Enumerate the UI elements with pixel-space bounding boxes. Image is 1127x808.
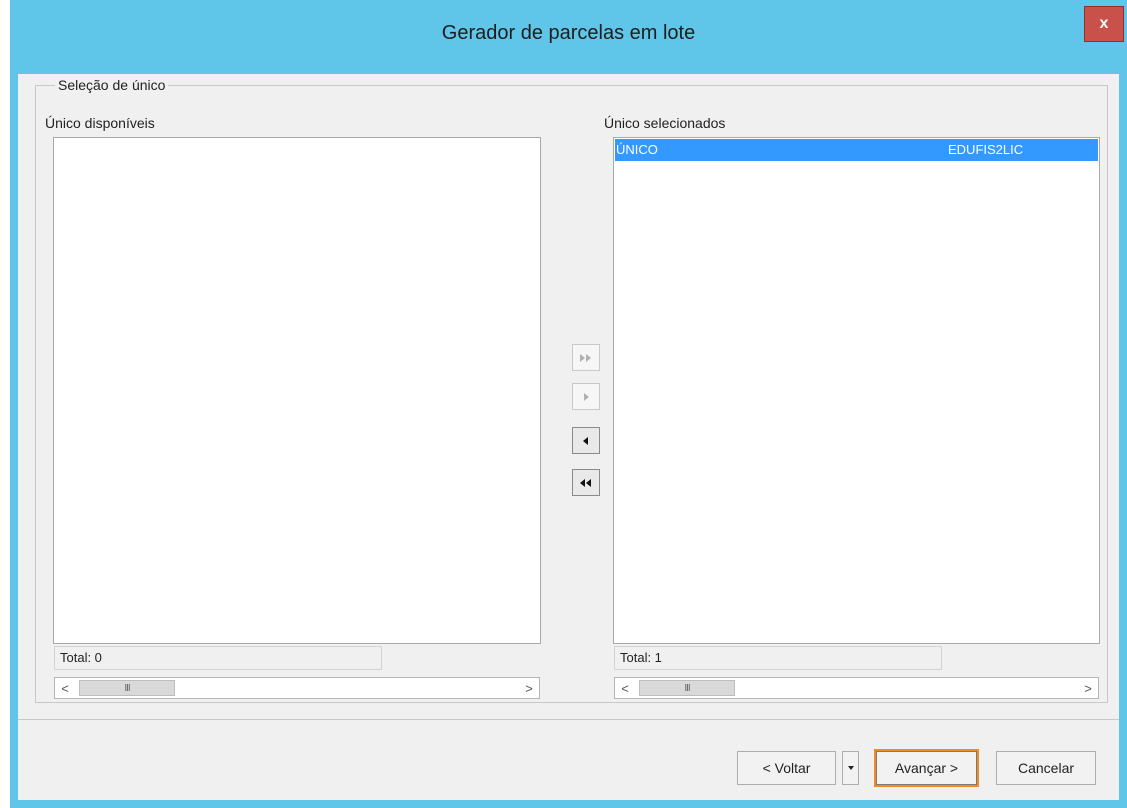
- dialog-client-area: Seleção de único Único disponíveis Total…: [18, 74, 1119, 800]
- chevron-down-icon: [847, 766, 854, 770]
- double-right-arrow-icon: [580, 353, 591, 362]
- title-bar[interactable]: Gerador de parcelas em lote x: [10, 0, 1127, 74]
- scroll-left-arrow-icon[interactable]: <: [615, 678, 635, 698]
- next-button[interactable]: Avançar >: [874, 749, 979, 787]
- list-item[interactable]: ÚNICO EDUFIS2LIC: [615, 139, 1098, 161]
- next-button-face: Avançar >: [876, 751, 977, 785]
- list-item-code: EDUFIS2LIC: [948, 142, 1024, 157]
- remove-all-button[interactable]: [572, 469, 600, 496]
- scroll-thumb[interactable]: III: [639, 680, 735, 696]
- scroll-thumb[interactable]: III: [79, 680, 175, 696]
- scroll-left-arrow-icon[interactable]: <: [55, 678, 75, 698]
- back-button[interactable]: < Voltar: [737, 751, 836, 785]
- cancel-button[interactable]: Cancelar: [996, 751, 1096, 785]
- add-one-button[interactable]: [572, 383, 600, 410]
- back-button-label: < Voltar: [762, 760, 811, 776]
- scroll-right-arrow-icon[interactable]: >: [519, 678, 539, 698]
- selected-total: Total: 1: [614, 646, 942, 670]
- left-arrow-icon: [583, 436, 588, 445]
- cancel-button-label: Cancelar: [1017, 760, 1075, 776]
- available-total: Total: 0: [54, 646, 382, 670]
- selected-list-label: Único selecionados: [604, 115, 726, 131]
- window-title: Gerador de parcelas em lote: [441, 22, 696, 44]
- available-listbox[interactable]: [53, 137, 541, 644]
- double-left-arrow-icon: [580, 478, 591, 487]
- close-icon: x: [1099, 15, 1109, 32]
- close-button[interactable]: x: [1084, 6, 1124, 42]
- available-list-label: Único disponíveis: [45, 115, 155, 131]
- group-legend: Seleção de único: [55, 77, 169, 93]
- next-button-label: Avançar >: [894, 760, 959, 776]
- remove-one-button[interactable]: [572, 427, 600, 454]
- footer-separator: [18, 719, 1119, 720]
- scroll-right-arrow-icon[interactable]: >: [1078, 678, 1098, 698]
- back-dropdown-button[interactable]: [842, 751, 859, 785]
- selected-hscrollbar[interactable]: < III >: [614, 677, 1099, 699]
- right-arrow-icon: [584, 392, 589, 401]
- available-hscrollbar[interactable]: < III >: [54, 677, 540, 699]
- list-item-type: ÚNICO: [616, 142, 658, 157]
- add-all-button[interactable]: [572, 344, 600, 371]
- selection-group: Seleção de único Único disponíveis Total…: [35, 77, 1108, 703]
- selected-listbox[interactable]: ÚNICO EDUFIS2LIC: [613, 137, 1100, 644]
- dialog-window: Gerador de parcelas em lote x Seleção de…: [10, 0, 1127, 808]
